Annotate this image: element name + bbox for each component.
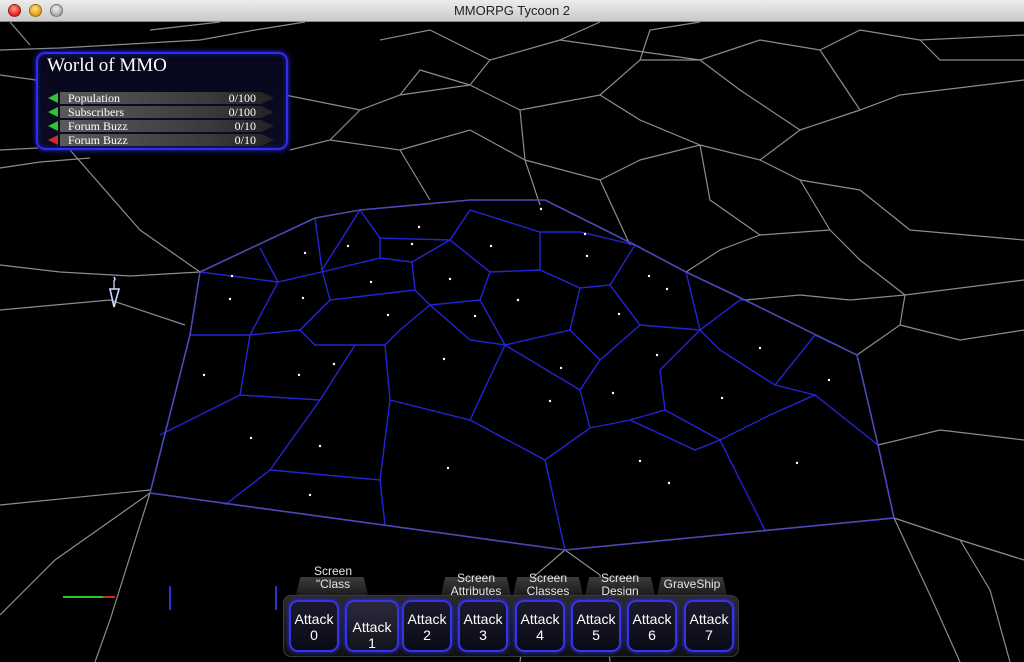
- stat-value: 0/100: [228, 105, 256, 119]
- zone-cell-lines: [159, 209, 879, 551]
- hud-tick-mark: [169, 586, 171, 610]
- mouse-cursor-icon: [109, 276, 121, 308]
- stat-row-forum-buzz-2: Forum Buzz 0/10: [48, 133, 274, 147]
- window-title: MMORPG Tycoon 2: [453, 3, 571, 18]
- stat-value: 0/100: [228, 91, 256, 105]
- stat-row-subscribers: Subscribers 0/100: [48, 105, 274, 119]
- stat-row-population: Population 0/100: [48, 91, 274, 105]
- stat-value: 0/10: [234, 119, 256, 133]
- trend-up-arrow-icon: [48, 121, 58, 131]
- trend-up-arrow-icon: [48, 107, 58, 117]
- attack-7-button[interactable]: Attack 7: [684, 600, 734, 652]
- attack-1-button[interactable]: Attack 1: [345, 600, 399, 652]
- stat-row-forum-buzz: Forum Buzz 0/10: [48, 119, 274, 133]
- stat-label: Population: [68, 91, 121, 105]
- health-bar-damage: [103, 596, 115, 598]
- window-titlebar: MMORPG Tycoon 2: [0, 0, 1024, 22]
- attack-2-button[interactable]: Attack 2: [402, 600, 452, 652]
- trend-down-arrow-icon: [48, 135, 58, 145]
- tab-screen-class-label: Screen "Class: [313, 564, 353, 591]
- stat-label: Forum Buzz: [68, 119, 128, 133]
- stat-value: 0/10: [234, 133, 256, 147]
- hud-tick-mark: [275, 586, 277, 610]
- attack-5-button[interactable]: Attack 5: [571, 600, 621, 652]
- tab-graveship-label: GraveShip: [663, 577, 721, 591]
- world-stats-panel: World of MMO Population 0/100 Subscriber…: [36, 52, 288, 150]
- world-name-title: World of MMO: [47, 55, 167, 76]
- attack-6-button[interactable]: Attack 6: [627, 600, 677, 652]
- stat-label: Subscribers: [68, 105, 124, 119]
- stat-label: Forum Buzz: [68, 133, 128, 147]
- attack-0-button[interactable]: Attack 0: [289, 600, 339, 652]
- attack-3-button[interactable]: Attack 3: [458, 600, 508, 652]
- attack-4-button[interactable]: Attack 4: [515, 600, 565, 652]
- trend-up-arrow-icon: [48, 93, 58, 103]
